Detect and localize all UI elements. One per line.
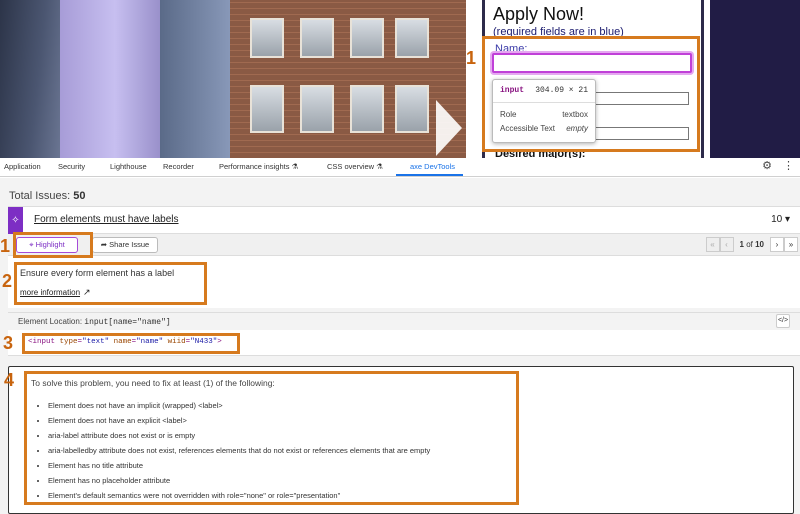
share-icon: ➦ [100,240,108,249]
prev-page-icon[interactable]: ‹ [719,237,734,252]
more-menu-icon[interactable]: ⋮ [783,160,794,172]
annotation-box-4 [24,371,519,505]
total-issues: Total Issues: 50 [9,190,85,202]
tab-recorder[interactable]: Recorder [163,162,194,171]
annotation-number: 1 [466,48,477,68]
annotation-box-2 [14,262,207,305]
active-tab-indicator [396,174,463,176]
issue-count-dropdown[interactable]: 10 ▾ [771,214,790,225]
annotation-number: 3 [3,333,14,353]
building-photo [0,0,466,158]
first-page-icon[interactable]: « [705,237,720,252]
code-view-icon[interactable]: </> [776,314,790,328]
element-location-value: input[name="name"] [84,318,171,327]
share-issue-button[interactable]: ➦ Share Issue [92,237,158,253]
pagination: «‹ 1 of 10 ›» [705,237,798,253]
devtools-toolbar-icons: ⚙ ⋮ [762,159,794,172]
total-issues-label: Total Issues: [9,190,71,202]
page-current: 1 [739,240,744,249]
issue-row[interactable]: ✧ Form elements must have labels 10 ▾ [8,206,800,235]
carousel-next-icon[interactable] [436,100,462,156]
page-background-dark [710,0,800,158]
annotation-number: 1 [0,236,11,256]
page-total: 10 [755,240,764,249]
element-location-row: Element Location: input[name="name"] </> [8,312,800,330]
page-of: of [746,240,753,249]
total-issues-count: 50 [73,190,86,202]
highlight-target-icon: ✧ [8,207,23,235]
tab-lighthouse[interactable]: Lighthouse [110,162,147,171]
next-page-icon[interactable]: › [770,237,784,252]
annotation-box-1 [13,232,93,258]
annotation-box-3 [22,333,240,354]
tab-axe-devtools[interactable]: axe DevTools [410,162,455,171]
element-location-label: Element Location: [18,317,83,326]
annotation-box-1-top [482,36,700,152]
tab-application[interactable]: Application [4,162,41,171]
annotation-number: 4 [4,370,15,390]
last-page-icon[interactable]: » [784,237,798,252]
share-button-label: Share Issue [109,240,150,249]
settings-icon[interactable]: ⚙ [762,160,772,172]
tab-css-overview[interactable]: CSS overview ⚗ [327,162,383,171]
annotation-number: 2 [2,271,13,291]
issue-title[interactable]: Form elements must have labels [34,214,179,225]
form-title: Apply Now! [493,4,585,24]
tab-performance-insights[interactable]: Performance insights ⚗ [219,162,298,171]
tab-security[interactable]: Security [58,162,85,171]
devtools-tabbar: Application Security Lighthouse Recorder… [0,158,800,177]
issue-toolbar: ⌖ Highlight ➦ Share Issue «‹ 1 of 10 ›» [8,234,800,256]
